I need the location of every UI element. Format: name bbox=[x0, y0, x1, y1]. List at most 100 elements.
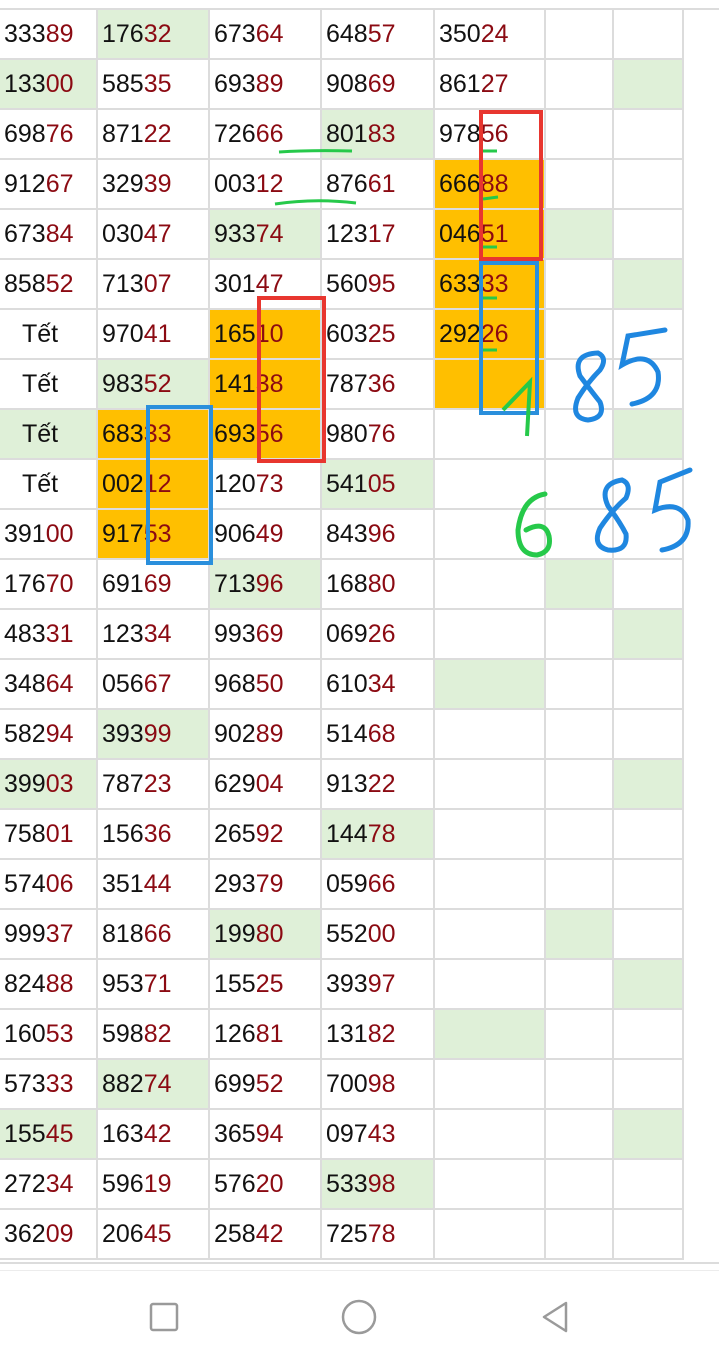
table-cell: 33389 bbox=[0, 10, 98, 60]
number-head: 144 bbox=[326, 820, 368, 848]
table-cell: 58294 bbox=[0, 710, 98, 760]
table-cell bbox=[546, 960, 614, 1010]
table-cell: 69952 bbox=[210, 1060, 322, 1110]
table-cell bbox=[614, 10, 684, 60]
table-cell: 87661 bbox=[322, 160, 435, 210]
table-cell: 27234 bbox=[0, 1160, 98, 1210]
table-cell bbox=[614, 460, 684, 510]
number-head: 002 bbox=[102, 470, 144, 498]
table-cell: 39100 bbox=[0, 510, 98, 560]
table-cell: 69876 bbox=[0, 110, 98, 160]
table-cell: 71307 bbox=[98, 260, 210, 310]
table-cell: 57333 bbox=[0, 1060, 98, 1110]
number-head: 787 bbox=[326, 370, 368, 398]
table-cell: 91753 bbox=[98, 510, 210, 560]
back-button[interactable] bbox=[536, 1297, 576, 1337]
number-tail: 32 bbox=[143, 20, 172, 48]
number-head: 980 bbox=[326, 420, 368, 448]
table-cell bbox=[546, 260, 614, 310]
android-navigation-bar bbox=[0, 1270, 719, 1363]
table-cell bbox=[614, 210, 684, 260]
table-cell bbox=[546, 60, 614, 110]
number-tail: 71 bbox=[143, 970, 172, 998]
number-tail: 24 bbox=[480, 20, 509, 48]
circle-icon bbox=[341, 1299, 377, 1335]
table-cell: 98352 bbox=[98, 360, 210, 410]
table-cell: 69356 bbox=[210, 410, 322, 460]
home-button[interactable] bbox=[339, 1297, 379, 1337]
number-head: 514 bbox=[326, 720, 368, 748]
number-tail: 50 bbox=[255, 670, 284, 698]
table-cell: 04651 bbox=[435, 210, 546, 260]
number-head: 292 bbox=[439, 320, 481, 348]
number-head: 633 bbox=[439, 270, 481, 298]
table-cell: 66688 bbox=[435, 160, 546, 210]
table-cell: 16880 bbox=[322, 560, 435, 610]
number-head: 970 bbox=[102, 320, 144, 348]
number-tail: 41 bbox=[143, 320, 172, 348]
number-head: 603 bbox=[326, 320, 368, 348]
number-tail: 79 bbox=[255, 870, 284, 898]
table-cell: 16510 bbox=[210, 310, 322, 360]
square-icon bbox=[149, 1302, 179, 1332]
table-cell: 15525 bbox=[210, 960, 322, 1010]
table-cell bbox=[435, 660, 546, 710]
number-tail: 47 bbox=[143, 220, 172, 248]
recent-apps-button[interactable] bbox=[144, 1297, 184, 1337]
number-head: 913 bbox=[326, 770, 368, 798]
number-head: 713 bbox=[214, 570, 256, 598]
number-head: 483 bbox=[4, 620, 46, 648]
table-cell bbox=[614, 760, 684, 810]
triangle-back-icon bbox=[542, 1301, 568, 1333]
table-cell bbox=[435, 910, 546, 960]
number-head: 329 bbox=[102, 170, 144, 198]
table-cell bbox=[614, 710, 684, 760]
table-cell: 72578 bbox=[322, 1210, 435, 1260]
table-cell bbox=[546, 460, 614, 510]
table-cell: 95371 bbox=[98, 960, 210, 1010]
number-head: 902 bbox=[214, 720, 256, 748]
number-head: 365 bbox=[214, 1120, 256, 1148]
table-cell bbox=[614, 810, 684, 860]
table-cell bbox=[614, 510, 684, 560]
table-cell bbox=[546, 160, 614, 210]
number-tail: 56 bbox=[255, 420, 284, 448]
number-head: 574 bbox=[4, 870, 46, 898]
table-cell bbox=[546, 1110, 614, 1160]
table-cell bbox=[614, 1110, 684, 1160]
table-cell: 91267 bbox=[0, 160, 98, 210]
number-tail: 61 bbox=[367, 170, 396, 198]
number-tail: 88 bbox=[45, 970, 74, 998]
table-cell: 03047 bbox=[98, 210, 210, 260]
number-tail: 94 bbox=[45, 720, 74, 748]
table-cell: 85852 bbox=[0, 260, 98, 310]
table-cell: 15545 bbox=[0, 1110, 98, 1160]
number-head: 097 bbox=[326, 1120, 368, 1148]
table-cell bbox=[546, 710, 614, 760]
number-head: 176 bbox=[4, 570, 46, 598]
number-tail: 97 bbox=[367, 970, 396, 998]
table-cell: 14138 bbox=[210, 360, 322, 410]
table-cell: 06926 bbox=[322, 610, 435, 660]
table-cell: 61034 bbox=[322, 660, 435, 710]
number-head: 978 bbox=[439, 120, 481, 148]
number-tail: 64 bbox=[255, 20, 284, 48]
number-tail: 83 bbox=[367, 120, 396, 148]
table-cell: 14478 bbox=[322, 810, 435, 860]
number-head: 155 bbox=[214, 970, 256, 998]
table-cell: 71396 bbox=[210, 560, 322, 610]
number-tail: 66 bbox=[255, 120, 284, 148]
number-head: 350 bbox=[439, 20, 481, 48]
number-tail: 66 bbox=[143, 920, 172, 948]
table-cell bbox=[435, 460, 546, 510]
table-cell: 54105 bbox=[322, 460, 435, 510]
number-tail: 36 bbox=[367, 370, 396, 398]
number-head: 999 bbox=[4, 920, 46, 948]
holiday-label: Tết bbox=[22, 320, 59, 348]
table-cell bbox=[435, 1160, 546, 1210]
table-cell: 36594 bbox=[210, 1110, 322, 1160]
number-tail: 96 bbox=[255, 570, 284, 598]
table-cell: 59882 bbox=[98, 1010, 210, 1060]
table-cell: 16342 bbox=[98, 1110, 210, 1160]
table-cell: 69169 bbox=[98, 560, 210, 610]
